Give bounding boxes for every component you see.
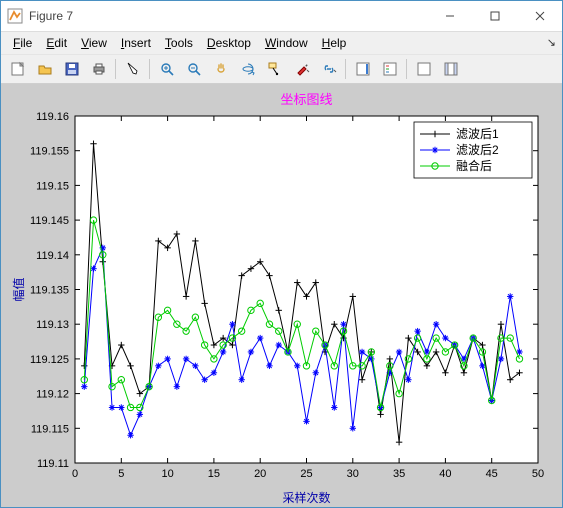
svg-text:119.14: 119.14 — [36, 250, 69, 262]
svg-text:119.125: 119.125 — [30, 354, 69, 366]
pan-button[interactable] — [208, 57, 233, 81]
insert-colorbar-button[interactable] — [350, 57, 375, 81]
menu-tools[interactable]: Tools — [159, 34, 199, 52]
open-button[interactable] — [32, 57, 57, 81]
new-figure-button[interactable] — [5, 57, 30, 81]
menu-help[interactable]: Help — [316, 34, 353, 52]
svg-text:坐标图线: 坐标图线 — [280, 92, 332, 107]
titlebar: Figure 7 — [1, 1, 562, 32]
svg-text:119.15: 119.15 — [36, 180, 69, 192]
hide-plot-tools-button[interactable] — [411, 57, 436, 81]
svg-text:0: 0 — [72, 468, 78, 480]
svg-text:119.12: 119.12 — [36, 389, 69, 401]
save-button[interactable] — [59, 57, 84, 81]
svg-text:50: 50 — [532, 468, 544, 480]
rotate3d-button[interactable] — [235, 57, 260, 81]
svg-text:45: 45 — [486, 468, 498, 480]
svg-text:15: 15 — [208, 468, 220, 480]
svg-text:40: 40 — [439, 468, 451, 480]
menu-view[interactable]: View — [75, 34, 113, 52]
matlab-icon — [7, 8, 23, 24]
menu-edit[interactable]: Edit — [40, 34, 73, 52]
menu-window[interactable]: Window — [259, 34, 314, 52]
edit-plot-button[interactable] — [120, 57, 145, 81]
zoom-in-button[interactable] — [154, 57, 179, 81]
svg-text:119.16: 119.16 — [36, 111, 69, 123]
svg-text:5: 5 — [118, 468, 124, 480]
dock-icon[interactable]: ↘ — [547, 36, 556, 49]
figure-area: 坐标图线 0 5 10 15 20 25 30 35 40 45 50 119.11 119.115 119… — [1, 84, 562, 507]
svg-text:119.115: 119.115 — [31, 423, 69, 435]
brush-button[interactable] — [289, 57, 314, 81]
zoom-out-button[interactable] — [181, 57, 206, 81]
insert-legend-button[interactable] — [377, 57, 402, 81]
menu-file[interactable]: File — [7, 34, 38, 52]
svg-text:幅值: 幅值 — [11, 277, 26, 301]
svg-text:35: 35 — [393, 468, 405, 480]
minimize-button[interactable] — [427, 2, 472, 31]
svg-text:10: 10 — [161, 468, 173, 480]
svg-text:融合后: 融合后 — [456, 158, 492, 173]
menu-desktop[interactable]: Desktop — [201, 34, 257, 52]
link-button[interactable] — [316, 57, 341, 81]
data-cursor-button[interactable] — [262, 57, 287, 81]
print-button[interactable] — [86, 57, 111, 81]
close-button[interactable] — [517, 2, 562, 31]
svg-text:滤波后2: 滤波后2 — [456, 143, 499, 157]
svg-text:滤波后1: 滤波后1 — [456, 127, 499, 141]
svg-text:采样次数: 采样次数 — [282, 490, 330, 505]
svg-text:119.13: 119.13 — [36, 319, 69, 331]
window-title: Figure 7 — [29, 9, 427, 23]
svg-text:119.145: 119.145 — [30, 215, 69, 227]
svg-text:25: 25 — [300, 468, 312, 480]
svg-text:119.155: 119.155 — [30, 146, 69, 158]
toolbar — [1, 54, 562, 84]
svg-text:20: 20 — [254, 468, 266, 480]
svg-text:119.135: 119.135 — [30, 285, 69, 297]
svg-text:30: 30 — [347, 468, 359, 480]
maximize-button[interactable] — [472, 2, 517, 31]
show-plot-tools-button[interactable] — [438, 57, 463, 81]
svg-text:119.11: 119.11 — [37, 458, 69, 470]
chart-svg[interactable]: 坐标图线 0 5 10 15 20 25 30 35 40 45 50 119.11 119.115 119… — [5, 88, 558, 507]
menu-insert[interactable]: Insert — [115, 34, 157, 52]
menubar: File Edit View Insert Tools Desktop Wind… — [1, 32, 562, 54]
